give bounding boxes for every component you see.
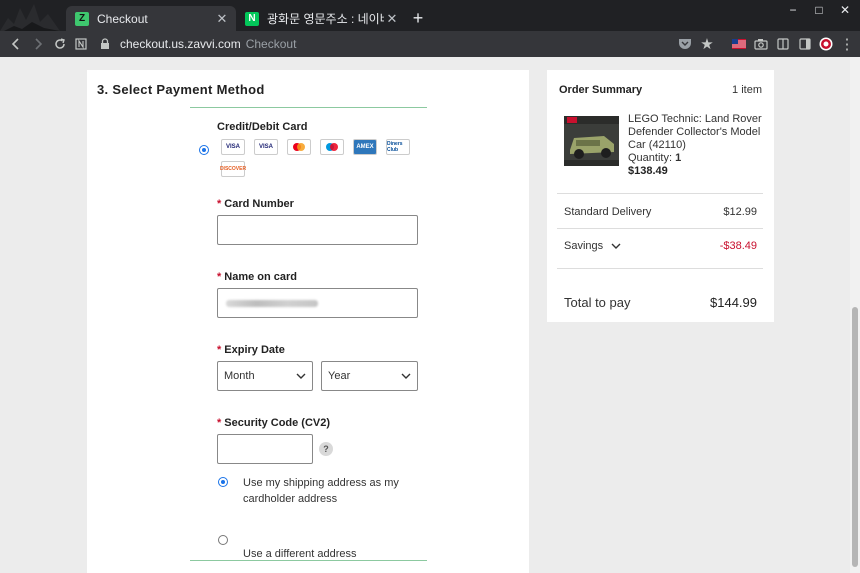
- security-code-label: * Security Code (CV2): [217, 417, 330, 429]
- browser-toolbar: checkout.us.zavvi.com Checkout ★ ⋮: [0, 31, 860, 57]
- diners-club-logo-icon: Diners Club: [386, 139, 410, 155]
- product-image: [564, 116, 619, 166]
- order-summary-title: Order Summary: [559, 84, 643, 96]
- use-shipping-address-radio[interactable]: [218, 477, 228, 487]
- summary-divider: [557, 193, 763, 194]
- card-payment-radio[interactable]: [199, 145, 209, 155]
- card-number-label-text: Card Number: [224, 198, 294, 210]
- total-label: Total to pay: [564, 295, 631, 310]
- browser-tabstrip: Z Checkout ✕ N 광화문 영문주소 : 네이버 통합검 ✕ + − …: [0, 0, 860, 31]
- page-viewport: 3. Select Payment Method Credit/Debit Ca…: [0, 57, 860, 573]
- card-number-label: * Card Number: [217, 198, 294, 210]
- new-tab-icon[interactable]: +: [410, 8, 426, 28]
- name-on-card-input[interactable]: [217, 288, 418, 318]
- close-tab-icon[interactable]: ✕: [384, 11, 400, 27]
- address-bar[interactable]: checkout.us.zavvi.com Checkout: [98, 33, 668, 55]
- zavvi-favicon-icon: Z: [75, 11, 89, 26]
- security-code-input[interactable]: [217, 434, 313, 464]
- close-tab-icon[interactable]: ✕: [214, 11, 230, 27]
- tab-title: Checkout: [97, 11, 148, 26]
- pocket-icon[interactable]: [676, 35, 694, 53]
- extension-n-icon[interactable]: [72, 35, 90, 53]
- card-number-input[interactable]: [217, 215, 418, 245]
- chevron-down-icon: [296, 373, 306, 379]
- camera-icon[interactable]: [752, 35, 770, 53]
- url-host: checkout.us.zavvi.com: [120, 37, 241, 51]
- tab-checkout[interactable]: Z Checkout ✕: [66, 6, 236, 31]
- expiry-date-label-text: Expiry Date: [224, 344, 285, 356]
- side-panel-icon[interactable]: [796, 35, 814, 53]
- use-shipping-address-label: Use my shipping address as my cardholder…: [243, 477, 399, 505]
- security-code-label-text: Security Code (CV2): [224, 417, 331, 429]
- savings-toggle[interactable]: Savings: [564, 240, 621, 252]
- different-address-radio[interactable]: [218, 535, 228, 545]
- item-count: 1 item: [732, 84, 762, 96]
- expiry-year-value: Year: [328, 370, 351, 382]
- savings-value: -$38.49: [719, 240, 757, 252]
- expiry-month-value: Month: [224, 370, 255, 382]
- summary-divider: [557, 268, 763, 269]
- section-divider: [190, 107, 427, 108]
- required-mark: *: [217, 417, 222, 429]
- maestro-logo-icon: [320, 139, 344, 155]
- quantity-label: Quantity:: [628, 152, 673, 164]
- page-scrollbar[interactable]: [850, 57, 860, 573]
- order-summary-panel: Order Summary 1 item LEGO Technic: Land …: [547, 70, 774, 322]
- url-path: Checkout: [245, 37, 297, 51]
- name-on-card-label: * Name on card: [217, 271, 297, 283]
- menu-kebab-icon[interactable]: ⋮: [838, 35, 856, 53]
- payment-method-panel: 3. Select Payment Method Credit/Debit Ca…: [87, 70, 529, 573]
- required-mark: *: [217, 344, 222, 356]
- delivery-label: Standard Delivery: [564, 206, 652, 218]
- back-icon[interactable]: [7, 35, 25, 53]
- product-name[interactable]: LEGO Technic: Land Rover Defender Collec…: [628, 113, 763, 152]
- chevron-down-icon: [611, 243, 621, 249]
- visa-logo-icon: VISA: [221, 139, 245, 155]
- reader-mode-icon[interactable]: [774, 35, 792, 53]
- required-mark: *: [217, 271, 222, 283]
- total-value: $144.99: [710, 295, 757, 310]
- delivery-value: $12.99: [723, 206, 757, 218]
- summary-divider: [557, 228, 763, 229]
- theme-artwork: [0, 4, 60, 31]
- visa-electron-logo-icon: VISA: [254, 139, 278, 155]
- scrollbar-thumb[interactable]: [852, 307, 858, 567]
- discover-logo-icon: DISCOVER: [220, 161, 246, 177]
- expiry-month-select[interactable]: Month: [217, 361, 313, 391]
- chevron-down-icon: [401, 373, 411, 379]
- product-quantity: Quantity: 1: [628, 152, 681, 164]
- quantity-value: 1: [675, 152, 682, 164]
- expiry-date-label: * Expiry Date: [217, 344, 285, 356]
- product-price: $138.49: [628, 165, 668, 177]
- tab-naver-search[interactable]: N 광화문 영문주소 : 네이버 통합검 ✕: [236, 6, 406, 31]
- savings-label: Savings: [564, 240, 604, 252]
- mastercard-logo-icon: [287, 139, 311, 155]
- lock-icon: [101, 38, 109, 49]
- naver-favicon-icon: N: [245, 11, 259, 26]
- flag-extension-icon[interactable]: [730, 35, 748, 53]
- profile-avatar-icon[interactable]: [817, 35, 835, 53]
- required-mark: *: [217, 198, 222, 210]
- tab-title: 광화문 영문주소 : 네이버 통합검: [267, 12, 384, 26]
- amex-logo-icon: AMEX: [353, 139, 377, 155]
- redacted-name: [226, 300, 318, 307]
- close-window-icon[interactable]: ✕: [834, 2, 856, 18]
- name-on-card-label-text: Name on card: [224, 271, 298, 283]
- method-label: Credit/Debit Card: [217, 121, 308, 133]
- help-icon[interactable]: ?: [319, 442, 333, 456]
- forward-icon[interactable]: [29, 35, 47, 53]
- reload-icon[interactable]: [51, 35, 69, 53]
- minimize-icon[interactable]: −: [782, 2, 804, 18]
- expiry-year-select[interactable]: Year: [321, 361, 418, 391]
- section-divider: [190, 560, 427, 561]
- bookmark-star-icon[interactable]: ★: [698, 35, 716, 53]
- maximize-icon[interactable]: □: [808, 2, 830, 18]
- section-title: 3. Select Payment Method: [97, 82, 265, 97]
